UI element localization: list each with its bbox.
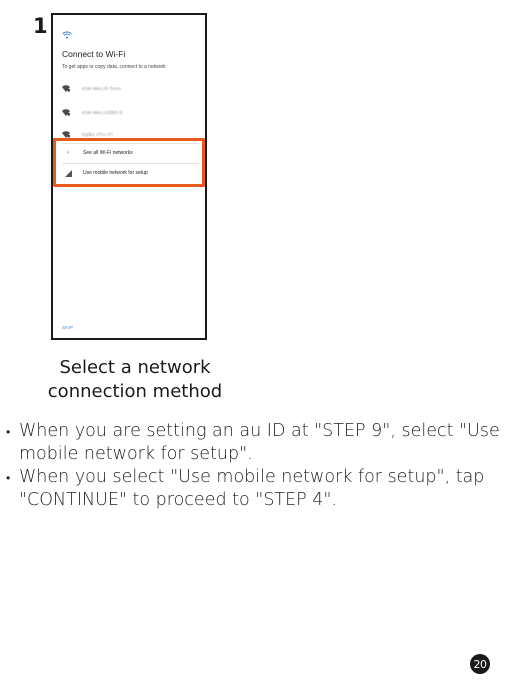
screen-title: Connect to Wi-Fi [62, 49, 126, 59]
network-item[interactable]: ICW-Wa-LCEBO-D [62, 105, 202, 119]
page-number: 20 [470, 654, 490, 674]
network-name: hqilbc 4TU ITI [82, 131, 113, 137]
network-item[interactable]: ICW-Wa-LR-TuHu [62, 81, 202, 95]
caption-line: connection method [47, 381, 223, 402]
wifi-locked-icon [62, 84, 70, 92]
caption: Select a network connection method [0, 356, 270, 404]
bullet-item: • When you are setting an au ID at "STEP… [6, 420, 511, 466]
wifi-locked-icon [62, 130, 70, 138]
caption-line: Select a network [59, 357, 211, 378]
bullet-dot: • [6, 471, 11, 485]
skip-button[interactable]: SKIP [62, 325, 73, 330]
bullet-item: • When you select "Use mobile network fo… [6, 466, 511, 512]
network-name: ICW-Wa-LR-TuHu [82, 85, 122, 91]
bullet-text: When you select "Use mobile network for … [19, 467, 485, 510]
step-number: 1 [33, 14, 48, 38]
bullet-list: • When you are setting an au ID at "STEP… [6, 420, 511, 512]
screen-subtitle: To get apps or copy data, connect to a n… [62, 64, 166, 70]
wifi-icon [62, 31, 72, 39]
bullet-text: When you are setting an au ID at "STEP 9… [19, 421, 500, 464]
network-name: ICW-Wa-LCEBO-D [82, 109, 124, 115]
wifi-locked-icon [62, 108, 70, 116]
highlight-box [53, 138, 205, 187]
bullet-dot: • [6, 425, 11, 439]
